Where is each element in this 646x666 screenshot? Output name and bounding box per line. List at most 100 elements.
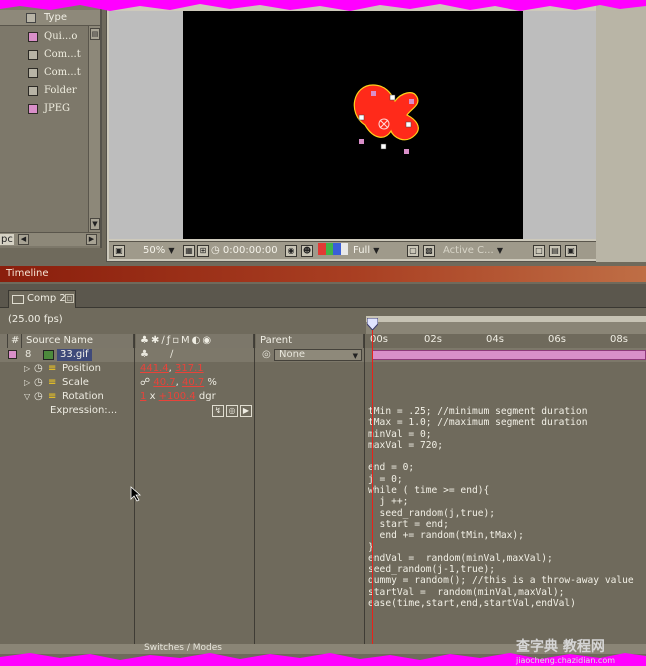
expression-line: startVal = random(minVal,maxVal);	[368, 586, 565, 598]
property-row-position[interactable]: ▷ ◷ ≡ Position 441.4, 317.1	[0, 362, 366, 376]
expression-pickwhip-icon[interactable]: ◎	[226, 405, 238, 417]
property-row-rotation[interactable]: ▽ ◷ ≡ Rotation 1 x +100.4 dgr	[0, 390, 366, 404]
column-header-number[interactable]: #	[8, 334, 22, 348]
resolution-dropdown[interactable]: Full ▼	[353, 244, 379, 258]
layer-duration-bar[interactable]	[372, 350, 646, 360]
column-divider[interactable]	[254, 334, 255, 650]
expression-line: maxVal = 720;	[368, 439, 444, 451]
timeline-tab-bar: Comp 2 □	[0, 284, 646, 308]
expression-line: ease(time,start,end,startVal,endVal)	[368, 598, 576, 610]
timeline-title: Timeline	[6, 268, 49, 279]
position-x-value[interactable]: 441.4	[140, 363, 169, 374]
switches-modes-button[interactable]: Switches / Modes	[144, 643, 222, 653]
project-item[interactable]: Com...t	[0, 64, 88, 82]
expression-line	[368, 451, 634, 462]
column-header-parent[interactable]: Parent	[256, 334, 364, 348]
collapse-triangle-icon[interactable]: ▽	[24, 390, 30, 404]
stopwatch-icon[interactable]: ◷	[34, 390, 43, 404]
property-row-scale[interactable]: ▷ ◷ ≡ Scale ☍ 40.7, 40.7 %	[0, 376, 366, 390]
expression-line: endVal = random(minVal,maxVal);	[368, 552, 553, 564]
parent-pickwhip-icon[interactable]: ◎	[262, 349, 271, 360]
expression-graph-icon[interactable]: ↯	[212, 405, 224, 417]
column-clip-text: pc	[0, 234, 14, 245]
number-column-label: #	[11, 335, 20, 346]
project-item[interactable]: Folder	[0, 82, 88, 100]
image-file-icon	[43, 350, 54, 360]
expression-language-menu-icon[interactable]: ▶	[240, 405, 252, 417]
column-divider[interactable]	[364, 334, 365, 650]
rotation-revolutions-value[interactable]: 1	[140, 391, 146, 402]
time-ticks[interactable]: 00s 02s 04s 06s 08s	[366, 334, 646, 348]
shy-switch-icon[interactable]: ♣	[140, 349, 149, 360]
rotation-degrees-value[interactable]: +100.4	[159, 391, 196, 402]
expand-triangle-icon[interactable]: ▷	[24, 362, 30, 376]
layer-label-color[interactable]	[8, 350, 17, 359]
composition-icon	[12, 295, 24, 304]
label-color-swatch	[28, 104, 38, 114]
current-time-display[interactable]: ◷ 0:00:00:00	[211, 244, 278, 258]
current-time-indicator-line[interactable]	[372, 320, 373, 650]
project-panel: Type Qui...o Com...t Com...t Folder JPEG…	[0, 0, 102, 248]
snapshot-icon[interactable]: ◉	[285, 245, 297, 257]
expression-enabled-icon[interactable]: ≡	[48, 376, 56, 390]
property-row-expression[interactable]: Expression:... ↯ ◎ ▶	[0, 404, 366, 418]
stopwatch-icon[interactable]: ◷	[34, 362, 43, 376]
expression-enabled-icon[interactable]: ≡	[48, 390, 56, 404]
tick-label: 08s	[610, 334, 628, 345]
tick-label: 02s	[424, 334, 442, 345]
project-item[interactable]: Qui...o	[0, 28, 88, 46]
expression-line: seed_random(j-1,true);	[368, 564, 496, 576]
project-column-header[interactable]: Type	[0, 10, 100, 26]
zoom-dropdown[interactable]: 50% ▼	[143, 244, 175, 258]
quality-switch-icon[interactable]: ∕	[170, 349, 173, 360]
scroll-down-arrow-icon[interactable]: ▼	[90, 218, 100, 230]
view-options-icon[interactable]: □	[533, 245, 545, 257]
column-menu-icon[interactable]: ▤	[90, 28, 100, 40]
tab-comp-2[interactable]: Comp 2 □	[8, 290, 76, 308]
grid-icon[interactable]: ⊞	[197, 245, 209, 257]
pasteboard	[109, 11, 597, 239]
expression-enabled-icon[interactable]: ≡	[48, 362, 56, 376]
scale-x-value[interactable]: 40.7	[153, 377, 175, 388]
flowchart-icon[interactable]: ▣	[565, 245, 577, 257]
stopwatch-icon[interactable]: ◷	[34, 376, 43, 390]
scale-y-value[interactable]: 40.7	[182, 377, 204, 388]
expression-line: minVal = 0;	[368, 428, 432, 440]
channel-color-bars[interactable]	[318, 243, 348, 255]
parent-dropdown[interactable]: None ▼	[274, 349, 362, 361]
column-header-label[interactable]	[0, 334, 8, 348]
scroll-right-arrow-icon[interactable]: ▶	[86, 234, 97, 245]
expression-editor[interactable]: tMin = .25; //minimum segment duration tM…	[368, 406, 634, 609]
project-horizontal-scrollbar[interactable]: pc ◀ ▶	[0, 232, 100, 246]
label-color-swatch	[28, 50, 38, 60]
current-time-indicator-handle[interactable]	[367, 318, 378, 330]
work-area-bar[interactable]	[366, 316, 646, 322]
tick-label: 06s	[548, 334, 566, 345]
column-header-switches[interactable]: ♣✱∕ƒ▫M◐◉	[136, 334, 254, 348]
layout-icon[interactable]: ▤	[549, 245, 561, 257]
scroll-left-arrow-icon[interactable]: ◀	[18, 234, 29, 245]
column-header-source-name[interactable]: Source Name	[22, 334, 134, 348]
project-vertical-scrollbar[interactable]: ▤ ▼	[88, 26, 100, 232]
composition-canvas[interactable]	[183, 11, 523, 239]
zoom-value: 50%	[143, 245, 166, 256]
constrain-proportions-icon[interactable]: ☍	[140, 377, 150, 388]
show-snapshot-icon[interactable]: ☻	[301, 245, 313, 257]
camera-dropdown[interactable]: Active C... ▼	[443, 244, 503, 258]
selected-layer-shape[interactable]	[183, 11, 523, 239]
project-item[interactable]: Com...t	[0, 46, 88, 64]
expression-line: end += random(tMin,tMax);	[368, 530, 524, 542]
title-action-safe-icon[interactable]: ▦	[183, 245, 195, 257]
region-of-interest-icon[interactable]: ▢	[407, 245, 419, 257]
position-y-value[interactable]: 317.1	[175, 363, 204, 374]
expression-label: Expression:...	[50, 405, 118, 416]
transparency-grid-icon[interactable]: ▩	[423, 245, 435, 257]
rotation-suffix: dgr	[198, 391, 216, 402]
property-name: Position	[62, 363, 101, 374]
frame-rate-label: (25.00 fps)	[8, 314, 63, 325]
layer-name[interactable]: 33.gif	[57, 349, 92, 361]
expand-triangle-icon[interactable]: ▷	[24, 376, 30, 390]
project-item[interactable]: JPEG	[0, 100, 88, 118]
close-icon[interactable]: □	[65, 294, 74, 303]
always-preview-icon[interactable]: ▣	[113, 245, 125, 257]
